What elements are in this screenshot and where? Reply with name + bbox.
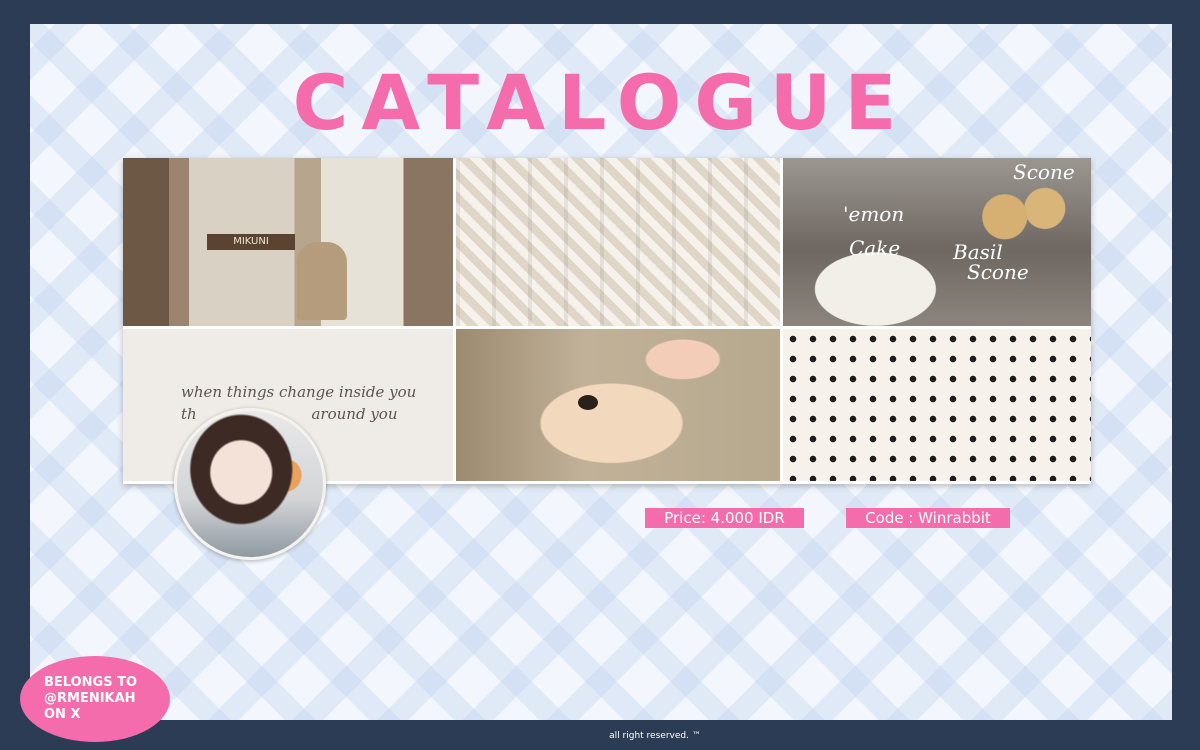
page-title: CATALOGUE — [292, 58, 910, 147]
code-badge: Code : Winrabbit — [846, 508, 1010, 528]
footer-text: all right reserved. ™ — [609, 731, 701, 741]
chair-shape — [297, 242, 347, 320]
cake-word: Scone — [1013, 160, 1075, 184]
quote-line: th — [181, 405, 197, 423]
ownership-badge: BELONGS TO @RMENIKAH ON X — [20, 656, 170, 742]
cake-word: Cake — [849, 236, 901, 260]
bakery-photo: Scone 'emon Cake Basil Scone — [783, 158, 1091, 326]
bunny-photo — [456, 329, 780, 481]
cake-word: 'emon — [843, 202, 905, 226]
quote-line: when things change inside you — [181, 383, 417, 401]
ownership-line: ON X — [44, 707, 81, 722]
knit-texture-photo — [456, 158, 780, 326]
ownership-line: BELONGS TO — [44, 675, 138, 690]
avatar — [174, 408, 326, 560]
ownership-line: @RMENIKAH — [44, 691, 136, 706]
cafe-sign: MIKUNI — [207, 234, 295, 250]
cafe-photo: MIKUNI — [123, 158, 453, 326]
catalogue-card: CATALOGUE MIKUNI Scone 'emon Cake Basil … — [30, 24, 1172, 720]
cake-word: Scone — [967, 260, 1029, 284]
footer: all right reserved. ™ — [0, 731, 1200, 741]
price-badge: Price: 4.000 IDR — [645, 508, 804, 528]
bunny-eye — [578, 395, 598, 410]
polka-dot-photo — [783, 329, 1091, 481]
